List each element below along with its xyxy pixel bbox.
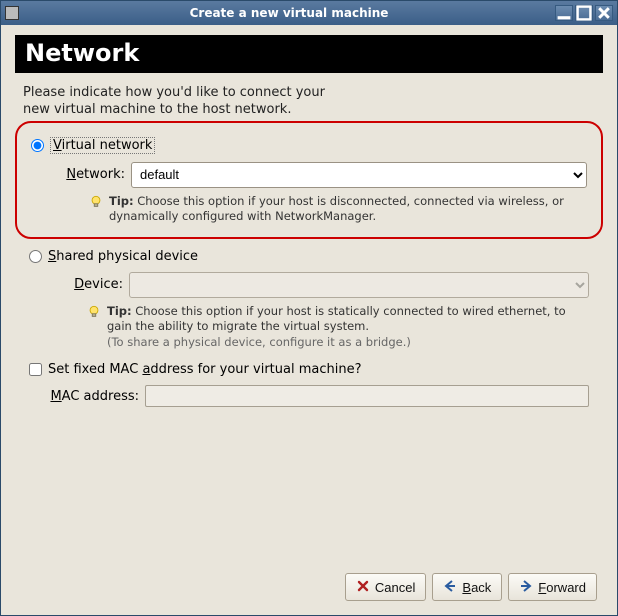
vn-label-rest: irtual network [62,138,153,153]
maximize-button[interactable] [575,5,593,21]
mac-address-input[interactable] [145,385,589,407]
mac-section: Set fixed MAC address for your virtual m… [15,358,603,411]
intro-line2: new virtual machine to the host network. [23,102,595,119]
shared-device-section: Shared physical device Device: Tip: Choo… [15,245,603,353]
intro-line1: Please indicate how you'd like to connec… [23,85,325,100]
virtual-network-radio-label: Virtual network [50,137,155,154]
window-title: Create a new virtual machine [25,6,553,20]
cancel-button[interactable]: Cancel [345,573,426,601]
shared-device-tip: Tip: Choose this option if your host is … [107,304,589,351]
shared-device-radio-label: Shared physical device [48,249,198,264]
forward-button[interactable]: Forward [508,573,597,601]
minimize-button[interactable] [555,5,573,21]
network-label: Network: [65,167,125,182]
network-combo[interactable]: default [131,162,587,188]
virtual-network-tip: Tip: Choose this option if your host is … [109,194,587,225]
mac-address-label: MAC address: [49,389,139,404]
shared-device-radio[interactable] [29,250,42,263]
dialog-window: Create a new virtual machine Network Ple… [0,0,618,616]
page-title: Network [15,35,603,73]
cancel-icon [356,579,370,596]
device-combo[interactable] [129,272,589,298]
lightbulb-icon [87,305,101,319]
titlebar: Create a new virtual machine [1,1,617,25]
fixed-mac-label: Set fixed MAC address for your virtual m… [48,362,361,377]
button-row: Cancel Back Forward [15,567,603,607]
arrow-left-icon [443,579,457,596]
close-button[interactable] [595,5,613,21]
device-label: Device: [63,277,123,292]
arrow-right-icon [519,579,533,596]
intro-text: Please indicate how you'd like to connec… [23,85,595,119]
app-icon [5,6,19,20]
fixed-mac-checkbox[interactable] [29,363,42,376]
back-button[interactable]: Back [432,573,502,601]
content-area: Network Please indicate how you'd like t… [1,25,617,615]
lightbulb-icon [89,195,103,209]
virtual-network-group: Virtual network Network: default Tip: Ch… [15,121,603,239]
virtual-network-radio[interactable] [31,139,44,152]
